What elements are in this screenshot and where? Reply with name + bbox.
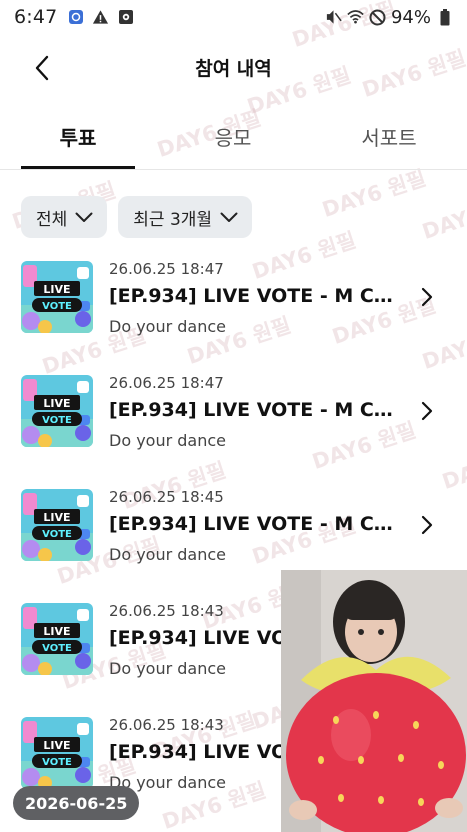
filter-bar: 전체 최근 3개월: [21, 196, 253, 238]
item-date: 26.06.25 18:43: [109, 716, 224, 734]
svg-text:LIVE: LIVE: [43, 397, 70, 410]
item-subtitle: Do your dance: [109, 659, 226, 678]
tab-entry[interactable]: 응모: [176, 122, 290, 151]
svg-text:LIVE: LIVE: [43, 511, 70, 524]
app-header: 참여 내역: [0, 34, 467, 104]
chevron-right-icon: [421, 515, 433, 535]
svg-text:LIVE: LIVE: [43, 283, 70, 296]
watermark-text: DAY6 원필: [419, 188, 467, 244]
list-item[interactable]: LIVE VOTE 26.06.25 18:47 [EP.934] LIVE V…: [0, 252, 467, 366]
warning-icon: [92, 9, 109, 26]
live-vote-thumbnail: LIVE VOTE: [21, 717, 93, 789]
watermark-text: DAY6 원필: [319, 165, 429, 222]
item-date: 26.06.25 18:43: [109, 602, 224, 620]
mute-icon: [325, 9, 342, 26]
chevron-right-icon: [421, 401, 433, 421]
item-title: [EP.934] LIVE VOTE - M CO...: [109, 513, 394, 535]
item-date: 26.06.25 18:47: [109, 260, 224, 278]
live-vote-thumbnail: LIVE VOTE: [21, 603, 93, 675]
live-vote-thumbnail: LIVE VOTE: [21, 375, 93, 447]
wifi-icon: [347, 9, 364, 26]
type-filter-dropdown[interactable]: 전체: [21, 196, 108, 238]
item-title: [EP.934] LIVE VOTE - M CO...: [109, 399, 394, 421]
chevron-right-icon: [421, 287, 433, 307]
tab-support[interactable]: 서포트: [332, 122, 446, 151]
page-title: 참여 내역: [195, 58, 272, 80]
item-title: [EP.934] LIVE VOTE - M CO...: [109, 285, 394, 307]
period-filter-label: 최근 3개월: [133, 209, 213, 230]
live-vote-thumbnail: LIVE VOTE: [21, 261, 93, 333]
svg-text:VOTE: VOTE: [42, 529, 72, 540]
media-icon: [117, 9, 134, 26]
item-subtitle: Do your dance: [109, 545, 226, 564]
chevron-down-icon: [220, 212, 238, 222]
live-vote-thumbnail: LIVE VOTE: [21, 489, 93, 561]
battery-icon: [436, 8, 453, 26]
svg-text:VOTE: VOTE: [42, 301, 72, 312]
date-badge: 2026-06-25: [13, 786, 140, 820]
svg-text:LIVE: LIVE: [43, 625, 70, 638]
period-filter-dropdown[interactable]: 최근 3개월: [118, 196, 253, 238]
item-date: 26.06.25 18:45: [109, 488, 224, 506]
overlay-photo: [281, 570, 467, 832]
svg-text:VOTE: VOTE: [42, 415, 72, 426]
svg-text:LIVE: LIVE: [43, 739, 70, 752]
type-filter-label: 전체: [36, 209, 68, 230]
battery-percent: 94%: [390, 6, 431, 28]
tab-active-indicator: [21, 166, 135, 169]
status-bar: 6:47 94%: [0, 0, 467, 34]
item-subtitle: Do your dance: [109, 431, 226, 450]
tab-bar: 투표 응모 서포트: [0, 104, 467, 170]
svg-text:VOTE: VOTE: [42, 643, 72, 654]
app-notification-icon: [67, 9, 84, 26]
svg-text:VOTE: VOTE: [42, 757, 72, 768]
tab-vote[interactable]: 투표: [21, 122, 135, 151]
item-subtitle: Do your dance: [109, 317, 226, 336]
chevron-down-icon: [75, 212, 93, 222]
list-item[interactable]: LIVE VOTE 26.06.25 18:47 [EP.934] LIVE V…: [0, 366, 467, 480]
item-date: 26.06.25 18:47: [109, 374, 224, 392]
status-time: 6:47: [14, 6, 58, 28]
do-not-disturb-icon: [369, 9, 386, 26]
